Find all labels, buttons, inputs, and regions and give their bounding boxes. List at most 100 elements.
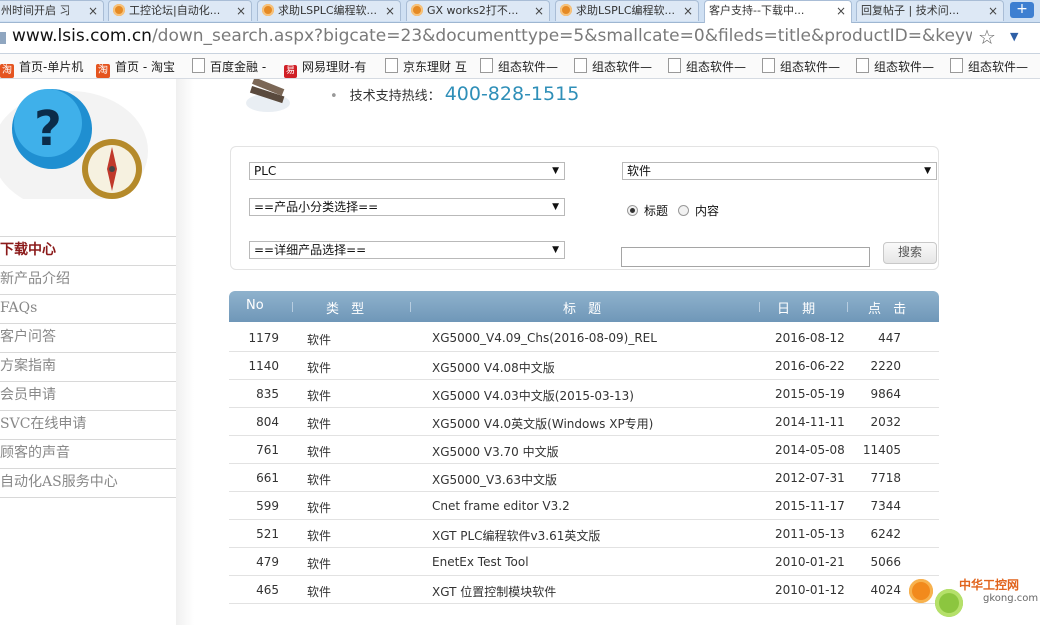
bookmark-label: 首页-单片机 <box>19 60 84 74</box>
browser-tab[interactable]: 求助LSPLC编程软... × <box>257 0 401 21</box>
bookmark-item[interactable]: 组态软件— <box>668 58 746 75</box>
row-date: 2012-07-31 <box>775 471 845 485</box>
close-icon[interactable]: × <box>385 1 395 21</box>
bookmark-label: 组态软件— <box>498 60 559 74</box>
bookmark-item[interactable]: 淘首页-单片机 <box>0 58 83 78</box>
tab-label: 回复帖子 | 技术问... <box>861 4 960 17</box>
header-no: No <box>246 298 264 313</box>
address-bar[interactable]: www.lsis.com.cn/down_search.aspx?bigcate… <box>0 23 1040 54</box>
table-row: 1179 软件 XG5000_V4.09_Chs(2016-08-09)_REL 20… <box>229 323 939 352</box>
keyword-input[interactable] <box>621 247 870 267</box>
wangyi-icon: 易 <box>284 65 297 78</box>
gear-icon <box>935 589 963 617</box>
close-icon[interactable]: × <box>836 1 846 21</box>
bookmark-label: 组态软件— <box>780 60 841 74</box>
browser-tab[interactable]: 求助LSPLC编程软... × <box>555 0 699 21</box>
bookmark-item[interactable]: 京东理财 互 <box>385 58 467 75</box>
sidebar-item-faqs[interactable]: FAQs <box>0 295 176 324</box>
category-value: PLC <box>254 164 277 178</box>
row-no: 835 <box>256 387 279 401</box>
row-date: 2014-05-08 <box>775 443 845 457</box>
browser-tab[interactable]: GX works2打不... × <box>406 0 550 21</box>
product-select[interactable]: ==详细产品选择== ▼ <box>249 241 565 259</box>
browser-tab[interactable]: 工控论坛|自动化... × <box>108 0 252 21</box>
close-icon[interactable]: × <box>88 1 98 21</box>
svg-text:?: ? <box>34 101 62 157</box>
bookmark-item[interactable]: 组态软件— <box>762 58 840 75</box>
row-title-link[interactable]: XGT PLC编程软件v3.61英文版 <box>432 527 600 544</box>
row-hits: 9864 <box>870 387 901 401</box>
radio-title-label: 标题 <box>644 204 669 218</box>
sidebar-item-solutions[interactable]: 方案指南 <box>0 353 176 382</box>
row-title-link[interactable]: XG5000 V4.0英文版(Windows XP专用) <box>432 415 653 432</box>
bookmark-item[interactable]: 组态软件— <box>950 58 1028 75</box>
close-icon[interactable]: × <box>988 1 998 21</box>
radio-title[interactable]: 标题 <box>627 202 668 219</box>
page-icon <box>574 58 587 73</box>
header-separator <box>410 302 411 312</box>
product-value: ==详细产品选择== <box>254 243 367 257</box>
row-date: 2016-06-22 <box>775 359 845 373</box>
row-title-link[interactable]: EnetEx Test Tool <box>432 555 529 569</box>
table-row: 804 软件 XG5000 V4.0英文版(Windows XP专用) 2014-11… <box>229 407 939 436</box>
row-title-link[interactable]: XGT 位置控制模块软件 <box>432 583 556 600</box>
row-date: 2011-05-13 <box>775 527 845 541</box>
category-select[interactable]: PLC ▼ <box>249 162 565 180</box>
bookmark-item[interactable]: 组态软件— <box>856 58 934 75</box>
bookmark-item[interactable]: 组态软件— <box>480 58 558 75</box>
tab-label: 工控论坛|自动化... <box>129 4 221 17</box>
row-title-link[interactable]: Cnet frame editor V3.2 <box>432 499 570 513</box>
table-header: No 类 型 标 题 日 期 点 击 <box>229 291 939 322</box>
bookmark-item[interactable]: 易网易理财-有 <box>284 58 366 78</box>
close-icon[interactable]: × <box>236 1 246 21</box>
sidebar-item-download-center[interactable]: 下载中心 <box>0 236 176 266</box>
row-type: 软件 <box>307 361 332 375</box>
row-hits: 7344 <box>870 499 901 513</box>
row-hits: 11405 <box>862 443 901 457</box>
tab-label: 求助LSPLC编程软... <box>278 4 378 17</box>
bookmark-label: 网易理财-有 <box>302 60 367 74</box>
page-icon <box>192 58 205 73</box>
row-no: 521 <box>256 527 279 541</box>
close-icon[interactable]: × <box>683 1 693 21</box>
url-field[interactable]: www.lsis.com.cn/down_search.aspx?bigcate… <box>12 26 972 46</box>
header-separator <box>759 302 760 312</box>
bookmark-item[interactable]: 组态软件— <box>574 58 652 75</box>
browser-tab[interactable]: 回复帖子 | 技术问... × <box>856 0 1004 21</box>
row-title-link[interactable]: XG5000 V4.03中文版(2015-03-13) <box>432 387 634 404</box>
doctype-select[interactable]: 软件 ▼ <box>622 162 937 180</box>
browser-tab-active[interactable]: 客户支持--下载中... × <box>704 0 852 23</box>
radio-selected-icon[interactable] <box>627 205 638 216</box>
sidebar-item-membership[interactable]: 会员申请 <box>0 382 176 411</box>
sidebar-item-customer-voice[interactable]: 顾客的声音 <box>0 440 176 469</box>
chevron-down-icon: ▼ <box>552 245 559 255</box>
row-title-link[interactable]: XG5000_V3.63中文版 <box>432 471 557 488</box>
radio-content[interactable]: 内容 <box>678 202 719 219</box>
sidebar-item-svc[interactable]: SVC在线申请 <box>0 411 176 440</box>
row-hits: 7718 <box>870 471 901 485</box>
subcategory-select[interactable]: ==产品小分类选择== ▼ <box>249 198 565 216</box>
radio-unselected-icon[interactable] <box>678 205 689 216</box>
row-title-link[interactable]: XG5000_V4.09_Chs(2016-08-09)_REL <box>432 331 657 345</box>
bookmark-item[interactable]: 淘首页 - 淘宝 <box>96 58 175 78</box>
sidebar-item-customer-qa[interactable]: 客户问答 <box>0 324 176 353</box>
table-row: 521 软件 XGT PLC编程软件v3.61英文版 2011-05-13 6242 <box>229 519 939 548</box>
search-button[interactable]: 搜索 <box>883 242 937 264</box>
sidebar-divider <box>176 79 194 625</box>
new-tab-button[interactable]: + <box>1010 2 1034 18</box>
row-type: 软件 <box>307 473 332 487</box>
row-hits: 2220 <box>870 359 901 373</box>
browser-tab[interactable]: 州时间开启 习... × <box>0 0 104 21</box>
close-icon[interactable]: × <box>534 1 544 21</box>
header-type: 类 型 <box>326 302 369 317</box>
row-hits: 5066 <box>870 555 901 569</box>
sidebar-item-new-products[interactable]: 新产品介绍 <box>0 266 176 295</box>
chevron-down-icon[interactable]: ▼ <box>1010 30 1018 43</box>
page-info-icon[interactable] <box>0 32 6 44</box>
sidebar-item-as-service[interactable]: 自动化AS服务中心 <box>0 469 176 498</box>
row-type: 软件 <box>307 501 332 515</box>
bookmark-item[interactable]: 百度金融 - <box>192 58 266 75</box>
row-title-link[interactable]: XG5000 V3.70 中文版 <box>432 443 559 460</box>
bookmark-star-icon[interactable]: ☆ <box>978 25 996 49</box>
row-title-link[interactable]: XG5000 V4.08中文版 <box>432 359 555 376</box>
